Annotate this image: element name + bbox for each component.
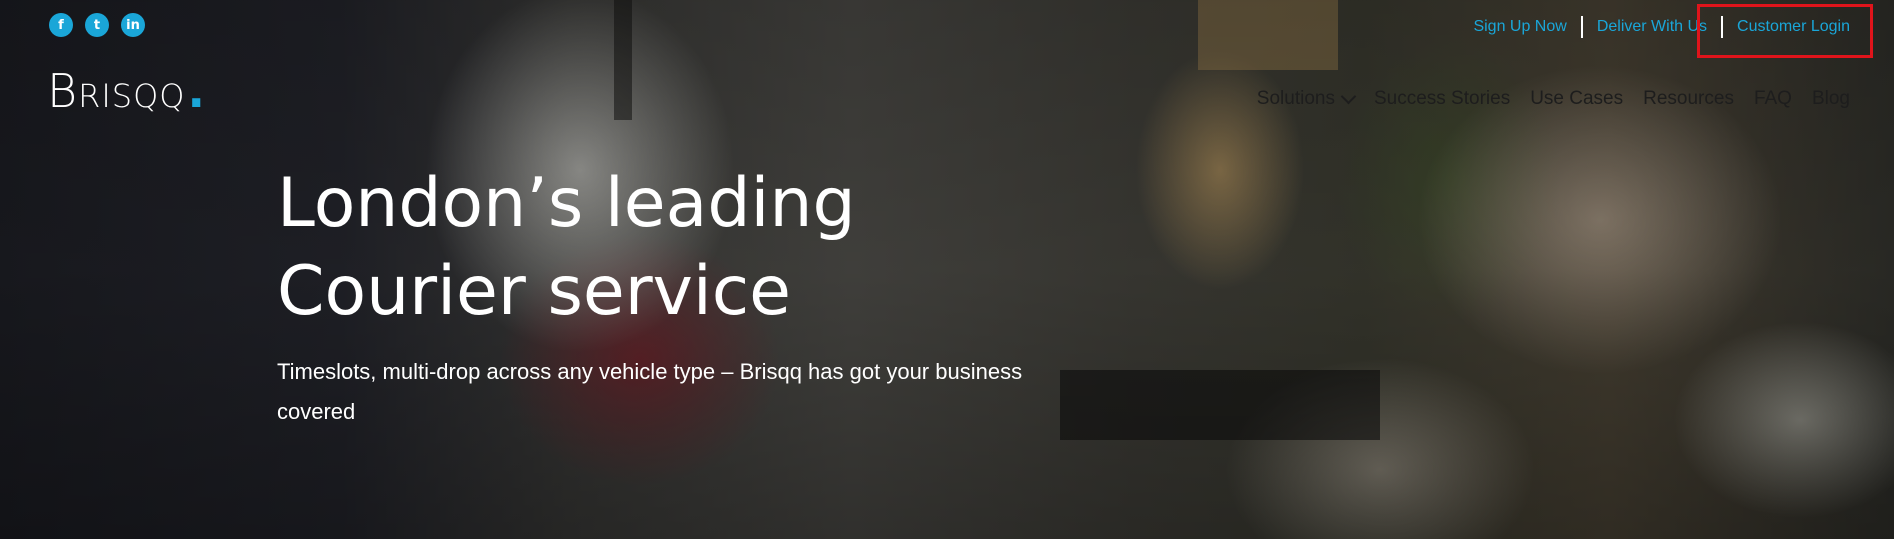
logo-text: RISQQ bbox=[78, 77, 186, 115]
link-separator bbox=[1580, 16, 1583, 38]
linkedin-icon[interactable]: in bbox=[121, 13, 145, 37]
headline-line-1: London’s leading bbox=[277, 164, 856, 243]
nav-item-label: Success Stories bbox=[1373, 88, 1511, 109]
nav-item-label: Blog bbox=[1811, 88, 1850, 109]
nav-item-label: Solutions bbox=[1256, 88, 1335, 109]
chevron-down-icon bbox=[1340, 88, 1357, 104]
deliver-with-us-link[interactable]: Deliver With Us bbox=[1597, 16, 1707, 38]
social-links: f t in bbox=[49, 13, 145, 37]
headline-line-2: Courier service bbox=[277, 252, 792, 331]
nav-item-use-cases[interactable]: Use Cases bbox=[1530, 88, 1623, 110]
nav-item-success-stories[interactable]: Success Stories bbox=[1374, 88, 1510, 110]
brisqq-logo[interactable]: B RISQQ . bbox=[47, 68, 206, 114]
hero-headline: London’s leading Courier service bbox=[277, 160, 1077, 336]
logo-dot: . bbox=[187, 64, 206, 118]
twitter-icon[interactable]: t bbox=[85, 13, 109, 37]
nav-item-label: Use Cases bbox=[1530, 88, 1624, 109]
nav-item-label: FAQ bbox=[1753, 88, 1792, 109]
nav-item-solutions[interactable]: Solutions bbox=[1256, 88, 1357, 110]
nav-item-label: Resources bbox=[1643, 88, 1734, 109]
sign-up-link[interactable]: Sign Up Now bbox=[1473, 16, 1566, 38]
nav-item-resources[interactable]: Resources bbox=[1643, 88, 1734, 110]
facebook-icon[interactable]: f bbox=[49, 13, 73, 37]
logo-initial: B bbox=[47, 64, 79, 118]
nav-item-blog[interactable]: Blog bbox=[1812, 88, 1850, 110]
nav-item-faq[interactable]: FAQ bbox=[1754, 88, 1792, 110]
main-nav: Solutions Success Stories Use Cases Reso… bbox=[1257, 88, 1850, 110]
hero-section: f t in B RISQQ . Sign Up Now Deliver Wit… bbox=[0, 0, 1894, 539]
highlight-box bbox=[1697, 4, 1873, 58]
hero-subtext: Timeslots, multi-drop across any vehicle… bbox=[277, 359, 1023, 424]
